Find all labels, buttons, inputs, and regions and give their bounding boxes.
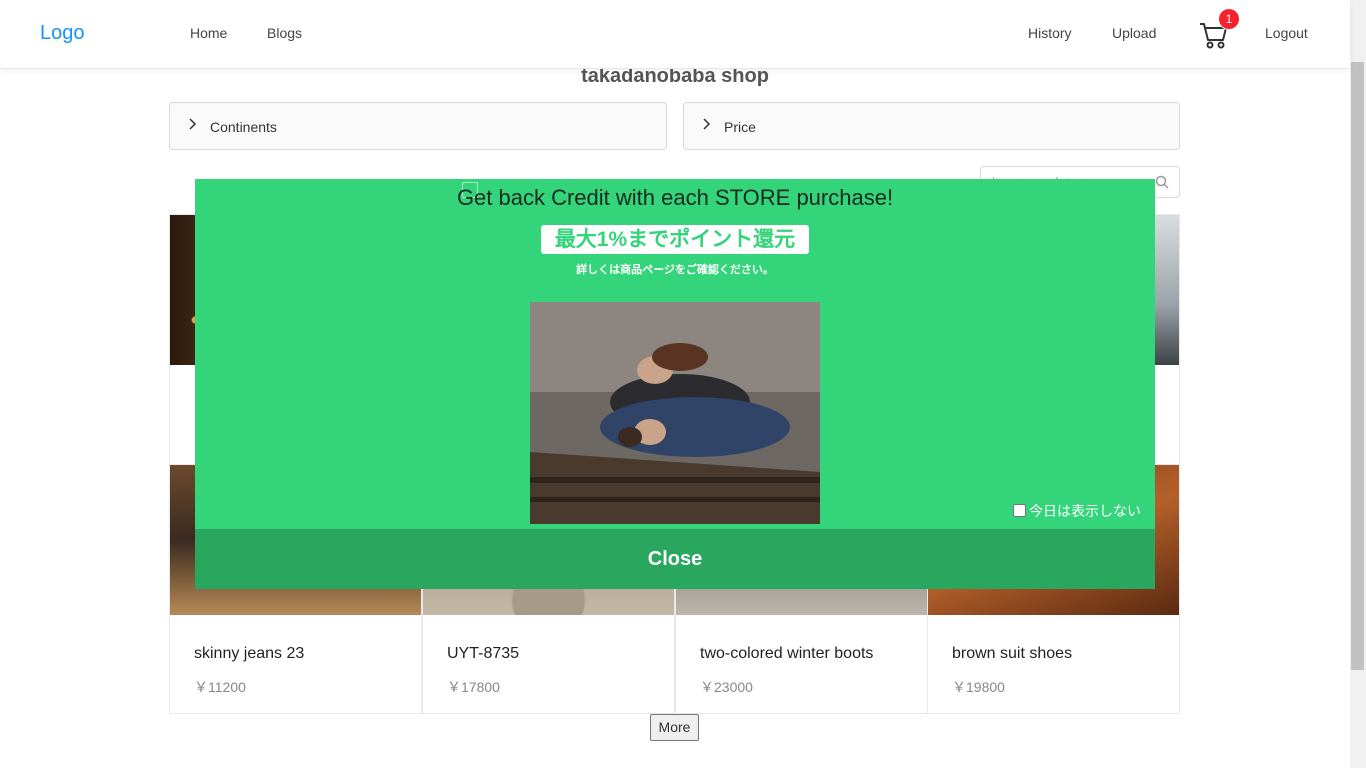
product-title: skinny jeans 23 bbox=[194, 645, 305, 662]
product-price: ￥11200 bbox=[194, 679, 246, 695]
product-price: ￥19800 bbox=[952, 679, 1005, 695]
nav-logout[interactable]: Logout bbox=[1265, 25, 1308, 41]
page-scrollbar-thumb[interactable] bbox=[1351, 62, 1364, 670]
logo-link[interactable]: Logo bbox=[40, 22, 85, 45]
top-navbar: Logo Home Blogs History Upload 1 Logout bbox=[0, 0, 1350, 69]
promo-subtext: 詳しくは商品ページをご確認ください。 bbox=[576, 264, 774, 276]
price-filter-label: Price bbox=[724, 119, 756, 135]
nav-history[interactable]: History bbox=[1028, 25, 1072, 41]
product-title: two-colored winter boots bbox=[700, 645, 874, 662]
promo-modal: Get back Credit with each STORE purchase… bbox=[195, 179, 1155, 589]
product-price: ￥17800 bbox=[447, 679, 500, 695]
more-button[interactable]: More bbox=[650, 714, 699, 741]
nav-home[interactable]: Home bbox=[190, 25, 227, 41]
promo-photo bbox=[530, 302, 820, 524]
nav-upload[interactable]: Upload bbox=[1112, 25, 1156, 41]
price-filter[interactable]: Price bbox=[683, 102, 1180, 150]
dont-show-today-checkbox[interactable] bbox=[1013, 504, 1026, 517]
dont-show-today-label: 今日は表示しない bbox=[1029, 503, 1141, 519]
product-title: UYT-8735 bbox=[447, 645, 520, 662]
product-price: ￥23000 bbox=[700, 679, 753, 695]
modal-close-button[interactable]: Close bbox=[195, 529, 1155, 589]
promo-headline: Get back Credit with each STORE purchase… bbox=[456, 185, 894, 210]
dont-show-today[interactable]: 今日は表示しない bbox=[1013, 501, 1141, 521]
continents-filter[interactable]: Continents bbox=[169, 102, 667, 150]
chevron-right-icon bbox=[702, 118, 712, 133]
nav-blogs[interactable]: Blogs bbox=[267, 25, 302, 41]
product-title: brown suit shoes bbox=[952, 645, 1073, 662]
cart-count-badge: 1 bbox=[1219, 9, 1239, 29]
chevron-right-icon bbox=[188, 118, 198, 133]
search-icon[interactable] bbox=[1155, 175, 1169, 194]
promo-points-banner: 最大1%までポイント還元 bbox=[541, 225, 809, 254]
continents-filter-label: Continents bbox=[210, 119, 277, 135]
